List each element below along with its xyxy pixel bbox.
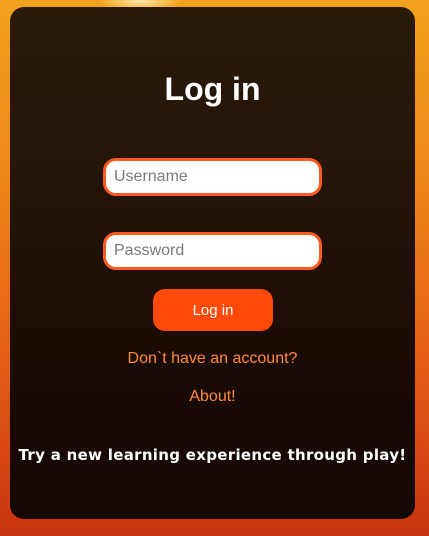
about-link[interactable]: About! — [10, 387, 415, 407]
username-input[interactable] — [103, 158, 322, 196]
login-card: Log in Log in Don`t have an account? Abo… — [10, 7, 415, 519]
signup-link[interactable]: Don`t have an account? — [10, 349, 415, 369]
tagline: Try a new learning experience through pl… — [18, 446, 407, 464]
password-input[interactable] — [103, 232, 322, 270]
page-title: Log in — [164, 71, 261, 107]
login-button[interactable]: Log in — [153, 289, 273, 331]
